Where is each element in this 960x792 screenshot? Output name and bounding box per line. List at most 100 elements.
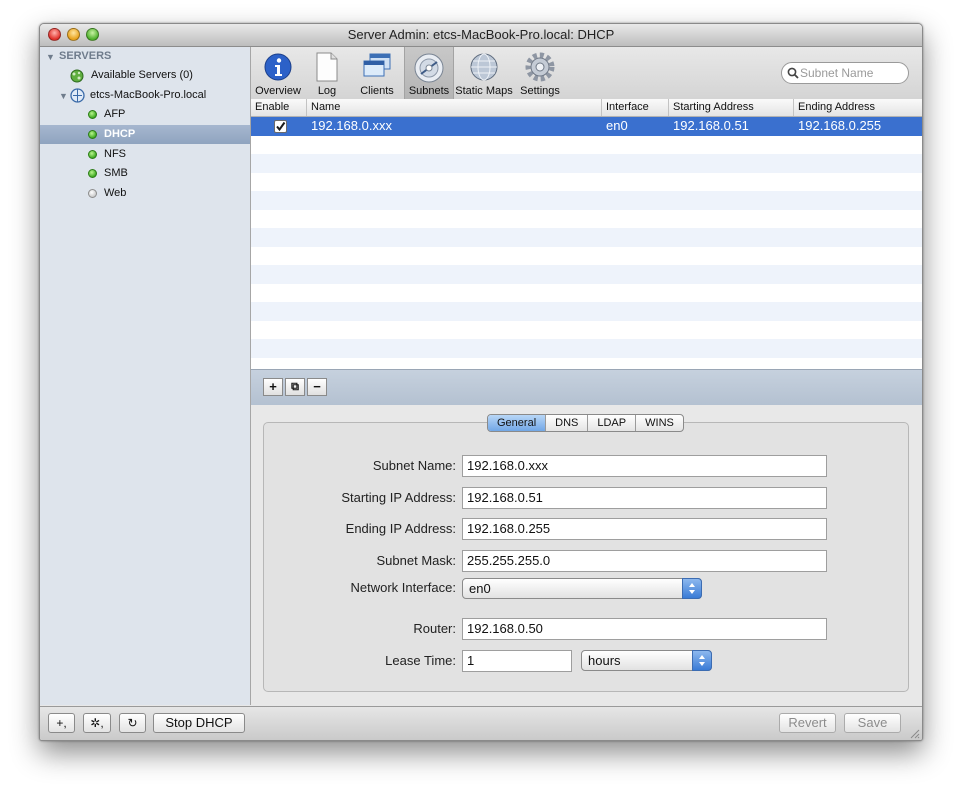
service-label: Web bbox=[104, 187, 127, 199]
add-server-button[interactable]: +, bbox=[48, 713, 75, 733]
popup-arrows-icon bbox=[692, 650, 712, 671]
column-header-name[interactable]: Name bbox=[307, 99, 602, 116]
gear-icon bbox=[525, 52, 555, 82]
sidebar-item-dhcp[interactable]: DHCP bbox=[40, 125, 250, 144]
cell-starting-address: 192.168.0.51 bbox=[673, 118, 749, 133]
zoom-button[interactable] bbox=[86, 28, 99, 41]
stop-dhcp-button[interactable]: Stop DHCP bbox=[153, 713, 245, 733]
table-row[interactable]: 192.168.0.xxx en0 192.168.0.51 192.168.0… bbox=[251, 117, 922, 136]
ending-ip-field[interactable]: 192.168.0.255 bbox=[462, 518, 827, 540]
sidebar-item-nfs[interactable]: NFS bbox=[40, 145, 250, 164]
toolbar-clients[interactable]: Clients bbox=[353, 47, 401, 99]
subnet-mask-field[interactable]: 255.255.255.0 bbox=[462, 550, 827, 572]
service-label: SMB bbox=[104, 167, 128, 179]
router-label: Router: bbox=[413, 621, 456, 636]
search-input[interactable]: Subnet Name bbox=[781, 62, 909, 84]
empty-row bbox=[251, 302, 922, 321]
lease-unit-value: hours bbox=[588, 653, 621, 668]
toolbar-label: Overview bbox=[255, 85, 301, 97]
toolbar-label: Static Maps bbox=[455, 85, 513, 97]
server-disclosure-icon[interactable]: ▼ bbox=[59, 91, 68, 101]
toolbar-static-maps[interactable]: Static Maps bbox=[455, 47, 513, 99]
service-label: DHCP bbox=[104, 128, 136, 140]
status-on-icon bbox=[88, 110, 97, 119]
subnet-mask-label: Subnet Mask: bbox=[376, 553, 457, 568]
tab-wins[interactable]: WINS bbox=[636, 415, 683, 431]
empty-row bbox=[251, 339, 922, 358]
info-icon bbox=[264, 53, 292, 81]
servers-header: SERVERS bbox=[59, 50, 112, 62]
network-disc-icon bbox=[414, 53, 444, 83]
empty-row bbox=[251, 265, 922, 284]
network-globe-icon bbox=[70, 69, 84, 83]
column-header-ending-address[interactable]: Ending Address bbox=[794, 99, 922, 116]
search-placeholder: Subnet Name bbox=[800, 66, 874, 80]
column-header-starting-address[interactable]: Starting Address bbox=[669, 99, 794, 116]
servers-disclosure-icon[interactable]: ▼ bbox=[46, 52, 55, 62]
network-interface-popup[interactable]: en0 bbox=[462, 578, 702, 599]
available-servers-label: Available Servers (0) bbox=[91, 69, 193, 81]
windows-icon bbox=[363, 53, 391, 77]
network-interface-label: Network Interface: bbox=[350, 580, 457, 595]
subnet-detail-pane: General DNS LDAP WINS Subnet Name: 192.1… bbox=[251, 405, 922, 705]
cell-name: 192.168.0.xxx bbox=[311, 118, 392, 133]
sidebar: ▼ SERVERS Available Servers (0) ▼ etcs-M… bbox=[40, 47, 251, 705]
server-admin-window: Server Admin: etcs-MacBook-Pro.local: DH… bbox=[39, 23, 923, 741]
empty-row bbox=[251, 191, 922, 210]
duplicate-subnet-button[interactable]: ⧉ bbox=[285, 378, 305, 396]
server-globe-icon bbox=[70, 88, 85, 103]
lease-time-label: Lease Time: bbox=[385, 653, 456, 668]
column-header-enable[interactable]: Enable bbox=[251, 99, 307, 116]
column-header-interface[interactable]: Interface bbox=[602, 99, 669, 116]
minimize-button[interactable] bbox=[67, 28, 80, 41]
toolbar-overview[interactable]: Overview bbox=[253, 47, 303, 99]
title-bar[interactable]: Server Admin: etcs-MacBook-Pro.local: DH… bbox=[40, 24, 922, 47]
toolbar-label: Clients bbox=[360, 85, 394, 97]
revert-button[interactable]: Revert bbox=[779, 713, 836, 733]
save-button[interactable]: Save bbox=[844, 713, 901, 733]
status-on-icon bbox=[88, 169, 97, 178]
resize-grip-icon[interactable] bbox=[908, 727, 920, 739]
tab-general[interactable]: General bbox=[488, 415, 547, 431]
toolbar-label: Settings bbox=[520, 85, 560, 97]
tab-ldap[interactable]: LDAP bbox=[588, 415, 637, 431]
server-name-label: etcs-MacBook-Pro.local bbox=[90, 89, 207, 101]
document-icon bbox=[316, 52, 338, 82]
status-on-icon bbox=[88, 150, 97, 159]
enable-checkbox[interactable] bbox=[274, 120, 287, 133]
sidebar-item-web[interactable]: Web bbox=[40, 184, 250, 203]
empty-row bbox=[251, 228, 922, 247]
toolbar-label: Log bbox=[317, 85, 337, 97]
cell-interface: en0 bbox=[606, 118, 628, 133]
starting-ip-field[interactable]: 192.168.0.51 bbox=[462, 487, 827, 509]
network-interface-value: en0 bbox=[469, 581, 491, 596]
subnet-name-field[interactable]: 192.168.0.xxx bbox=[462, 455, 827, 477]
toolbar-log[interactable]: Log bbox=[307, 47, 347, 99]
bottom-bar: +, ✲, ↻ Stop DHCP Revert Save bbox=[40, 706, 922, 740]
table-header: Enable Name Interface Starting Address E… bbox=[251, 99, 922, 117]
sidebar-item-smb[interactable]: SMB bbox=[40, 164, 250, 183]
tab-dns[interactable]: DNS bbox=[546, 415, 589, 431]
toolbar-subnets[interactable]: Subnets bbox=[404, 47, 454, 99]
ending-ip-label: Ending IP Address: bbox=[345, 521, 456, 536]
sidebar-item-afp[interactable]: AFP bbox=[40, 105, 250, 124]
popup-arrows-icon bbox=[682, 578, 702, 599]
cell-ending-address: 192.168.0.255 bbox=[798, 118, 882, 133]
remove-subnet-button[interactable]: − bbox=[307, 378, 327, 396]
service-label: NFS bbox=[104, 148, 126, 160]
toolbar-settings[interactable]: Settings bbox=[517, 47, 563, 99]
globe-icon bbox=[470, 53, 498, 81]
lease-time-field[interactable]: 1 bbox=[462, 650, 572, 672]
detail-tabs: General DNS LDAP WINS bbox=[487, 414, 684, 432]
close-button[interactable] bbox=[48, 28, 61, 41]
window-title: Server Admin: etcs-MacBook-Pro.local: DH… bbox=[347, 27, 615, 42]
service-label: AFP bbox=[104, 108, 126, 120]
action-gear-button[interactable]: ✲, bbox=[83, 713, 111, 733]
checkmark-icon bbox=[276, 121, 286, 132]
table-button-bar: + ⧉ − bbox=[251, 369, 922, 406]
router-field[interactable]: 192.168.0.50 bbox=[462, 618, 827, 640]
add-subnet-button[interactable]: + bbox=[263, 378, 283, 396]
refresh-button[interactable]: ↻ bbox=[119, 713, 146, 733]
lease-unit-popup[interactable]: hours bbox=[581, 650, 712, 671]
toolbar-label: Subnets bbox=[408, 85, 450, 97]
